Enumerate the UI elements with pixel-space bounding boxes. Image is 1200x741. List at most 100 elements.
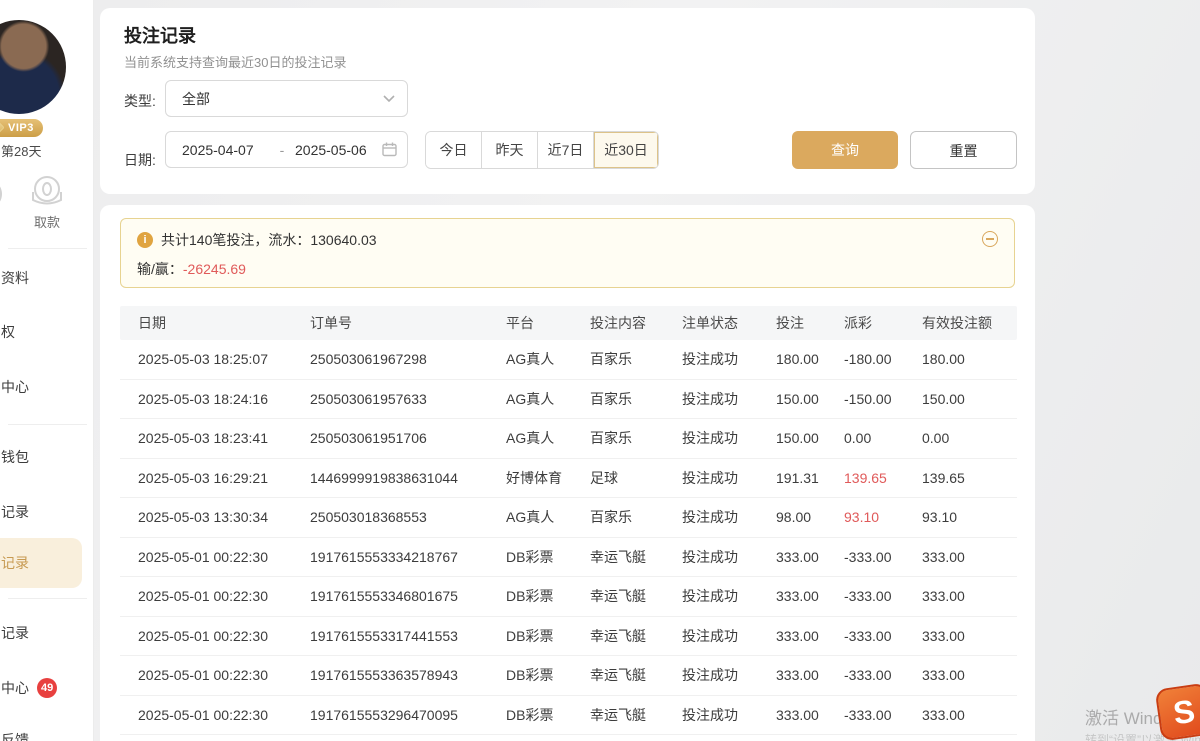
date-range-input[interactable]: 2025-04-07 - 2025-05-06 xyxy=(165,131,408,168)
sidebar-divider xyxy=(8,248,87,249)
quick-btn-today[interactable]: 今日 xyxy=(426,132,482,168)
sidebar-item-privilege[interactable]: 权 xyxy=(0,322,94,342)
sidebar-item-bet-records-active[interactable]: 记录 xyxy=(0,553,94,573)
cell-status: 投注成功 xyxy=(664,380,758,419)
cell-valid: 333.00 xyxy=(904,577,1017,616)
header-status: 注单状态 xyxy=(664,306,758,340)
cell-valid: 139.65 xyxy=(904,459,1017,498)
cell-content: 百家乐 xyxy=(572,340,664,379)
cell-status: 投注成功 xyxy=(664,340,758,379)
reset-button[interactable]: 重置 xyxy=(910,131,1017,169)
sidebar-item-wallet[interactable]: 钱包 xyxy=(0,447,94,467)
date-from-value: 2025-04-07 xyxy=(182,142,269,158)
table-row: 2025-05-03 18:23:41 250503061951706 AG真人… xyxy=(120,419,1017,459)
customer-service-icon[interactable]: S xyxy=(1158,686,1200,741)
date-separator: - xyxy=(269,142,295,158)
sidebar-item-feedback[interactable]: 反馈 xyxy=(0,730,94,741)
sidebar-item-profile[interactable]: 资料 xyxy=(0,268,94,288)
cell-valid: 93.10 xyxy=(904,498,1017,537)
table-card: i 共计140笔投注，流水：130640.03 输/赢：-26245.69 日期… xyxy=(100,205,1035,741)
sidebar-divider xyxy=(8,598,87,599)
sidebar-item-center[interactable]: 中心 xyxy=(0,377,94,397)
info-icon: i xyxy=(137,232,153,248)
cell-order: 1917615553296470095 xyxy=(292,696,488,735)
quick-btn-yesterday[interactable]: 昨天 xyxy=(482,132,538,168)
cell-valid: 0.00 xyxy=(904,419,1017,458)
table-row: 2025-05-03 16:29:21 1446999919838631044 … xyxy=(120,459,1017,499)
cell-date: 2025-05-01 00:22:30 xyxy=(120,696,292,735)
page-subtitle: 当前系统支持查询最近30日的投注记录 xyxy=(124,52,346,71)
quick-btn-last30[interactable]: 近30日 xyxy=(594,132,658,168)
cell-platform: AG真人 xyxy=(488,340,572,379)
cell-payout: -333.00 xyxy=(826,696,904,735)
cell-platform: DB彩票 xyxy=(488,617,572,656)
deposit-icon[interactable] xyxy=(0,175,8,217)
filter-card: 投注记录 当前系统支持查询最近30日的投注记录 类型: 全部 日期: 2025-… xyxy=(100,8,1035,194)
withdraw-icon[interactable] xyxy=(26,172,68,214)
cell-order: 1917615553334218767 xyxy=(292,538,488,577)
cell-date: 2025-05-01 00:22:30 xyxy=(120,656,292,695)
cell-payout: -333.00 xyxy=(826,538,904,577)
cell-order: 250503018368553 xyxy=(292,498,488,537)
cell-status: 投注成功 xyxy=(664,656,758,695)
cell-status: 投注成功 xyxy=(664,419,758,458)
cell-platform: DB彩票 xyxy=(488,656,572,695)
cell-platform: AG真人 xyxy=(488,498,572,537)
cell-bet: 150.00 xyxy=(758,419,826,458)
cell-content: 幸运飞艇 xyxy=(572,617,664,656)
cell-order: 1917615553317441553 xyxy=(292,617,488,656)
membership-days-text: 第28天 xyxy=(1,141,41,160)
avatar[interactable] xyxy=(0,20,66,114)
header-platform: 平台 xyxy=(488,306,572,340)
cell-bet: 191.31 xyxy=(758,459,826,498)
cell-platform: DB彩票 xyxy=(488,696,572,735)
sidebar-item-records-2[interactable]: 记录 xyxy=(0,623,94,643)
cell-order: 1917615553346801675 xyxy=(292,577,488,616)
cell-date: 2025-05-03 18:23:41 xyxy=(120,419,292,458)
cell-status: 投注成功 xyxy=(664,577,758,616)
withdraw-label[interactable]: 取款 xyxy=(26,212,68,231)
cell-date: 2025-05-03 18:24:16 xyxy=(120,380,292,419)
table-row: 2025-05-01 00:22:30 1917615553317441553 … xyxy=(120,617,1017,657)
cell-payout: 139.65 xyxy=(826,459,904,498)
header-order: 订单号 xyxy=(292,306,488,340)
cell-order: 250503061967298 xyxy=(292,340,488,379)
cell-date: 2025-05-03 18:25:07 xyxy=(120,340,292,379)
header-payout: 派彩 xyxy=(826,306,904,340)
cell-date: 2025-05-03 13:30:34 xyxy=(120,498,292,537)
summary-box: i 共计140笔投注，流水：130640.03 输/赢：-26245.69 xyxy=(120,218,1015,288)
cell-valid: 333.00 xyxy=(904,656,1017,695)
collapse-icon[interactable] xyxy=(982,231,998,247)
cell-order: 250503061951706 xyxy=(292,419,488,458)
table-row: 2025-05-01 00:22:30 1917615553363578943 … xyxy=(120,656,1017,696)
cell-content: 百家乐 xyxy=(572,380,664,419)
summary-totals-text: 共计140笔投注，流水：130640.03 xyxy=(161,230,377,250)
cell-content: 百家乐 xyxy=(572,498,664,537)
quick-date-buttons: 今日 昨天 近7日 近30日 xyxy=(425,131,659,169)
sidebar-item-records[interactable]: 记录 xyxy=(0,502,94,522)
quick-btn-last7[interactable]: 近7日 xyxy=(538,132,594,168)
cell-content: 幸运飞艇 xyxy=(572,696,664,735)
table-row: 2025-05-03 13:30:34 250503018368553 AG真人… xyxy=(120,498,1017,538)
diamond-icon xyxy=(0,118,5,136)
table-body: 2025-05-03 18:25:07 250503061967298 AG真人… xyxy=(120,340,1017,735)
query-button[interactable]: 查询 xyxy=(792,131,898,169)
cell-content: 幸运飞艇 xyxy=(572,577,664,616)
table-row: 2025-05-03 18:24:16 250503061957633 AG真人… xyxy=(120,380,1017,420)
cell-valid: 180.00 xyxy=(904,340,1017,379)
cell-status: 投注成功 xyxy=(664,498,758,537)
table-row: 2025-05-01 00:22:30 1917615553334218767 … xyxy=(120,538,1017,578)
bet-records-table: 日期 订单号 平台 投注内容 注单状态 投注 派彩 有效投注额 2025-05-… xyxy=(120,306,1017,735)
cell-date: 2025-05-03 16:29:21 xyxy=(120,459,292,498)
type-select[interactable]: 全部 xyxy=(165,80,408,117)
cell-status: 投注成功 xyxy=(664,617,758,656)
cell-payout: 93.10 xyxy=(826,498,904,537)
cell-order: 250503061957633 xyxy=(292,380,488,419)
calendar-icon[interactable] xyxy=(382,142,397,157)
cell-platform: 好博体育 xyxy=(488,459,572,498)
table-row: 2025-05-01 00:22:30 1917615553296470095 … xyxy=(120,696,1017,736)
cell-payout: -333.00 xyxy=(826,577,904,616)
date-to-value: 2025-05-06 xyxy=(295,142,382,158)
cell-valid: 150.00 xyxy=(904,380,1017,419)
vip-badge-label: VIP3 xyxy=(8,122,34,134)
